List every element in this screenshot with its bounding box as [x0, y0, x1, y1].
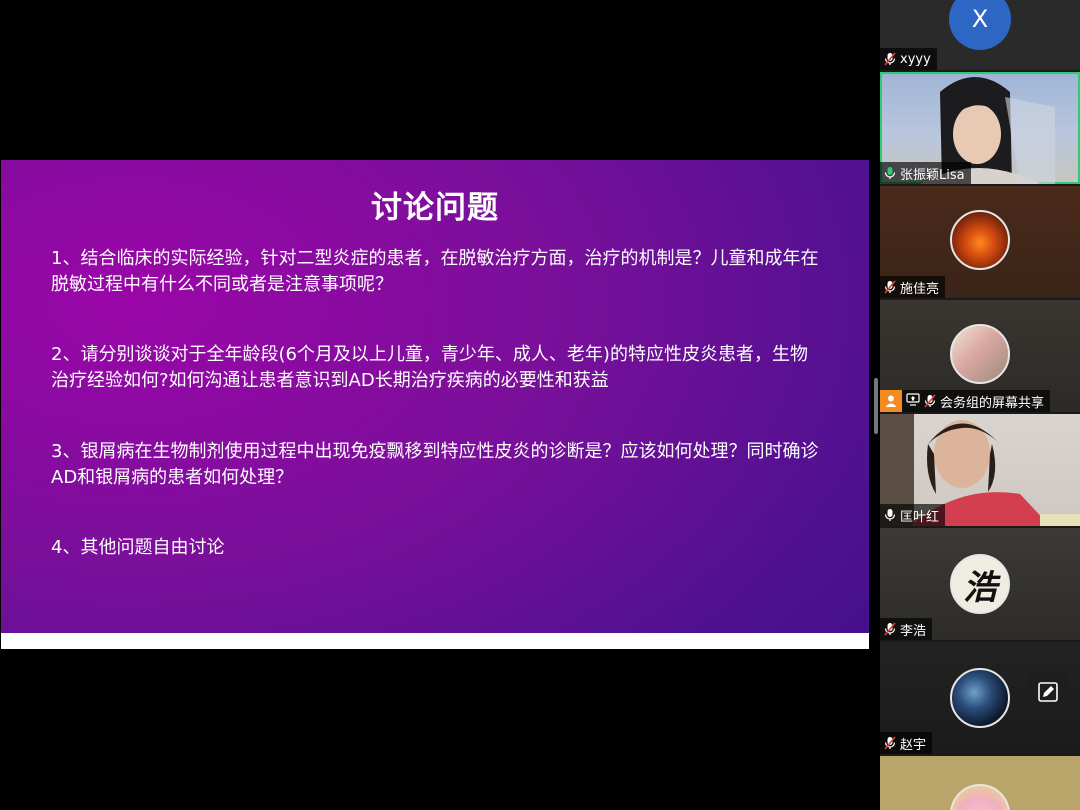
- mic-muted-icon: [924, 394, 936, 408]
- participant-tile-active-speaker[interactable]: 张振颖Lisa: [880, 72, 1080, 184]
- slide-title: 讨论问题: [371, 190, 499, 226]
- mic-muted-icon: [884, 52, 896, 66]
- avatar: [950, 324, 1010, 384]
- shared-screen-area: 讨论问题 1、结合临床的实际经验，针对二型炎症的患者，在脱敏治疗方面，治疗的机制…: [0, 0, 872, 810]
- name-tag: 施佳亮: [880, 276, 946, 298]
- panel-resize-handle[interactable]: [874, 378, 878, 434]
- participant-tile-screen-share[interactable]: 会务组的屏幕共享: [880, 300, 1080, 412]
- mic-icon: [884, 508, 896, 522]
- name-tag: 赵宇: [880, 732, 933, 754]
- question-1: 1、结合临床的实际经验，针对二型炎症的患者，在脱敏治疗方面，治疗的机制是？儿童和…: [51, 248, 819, 295]
- participant-tile-shijialiang[interactable]: 施佳亮: [880, 186, 1080, 298]
- screen-share-icon: [906, 392, 920, 410]
- avatar: 浩: [950, 554, 1010, 614]
- participant-tile-xyyy[interactable]: X xyyy: [880, 0, 1080, 70]
- name-tag: xyyy: [880, 48, 937, 70]
- participant-name: 匡叶红: [900, 509, 940, 525]
- name-tag: 匡叶红: [880, 504, 946, 526]
- name-tag: 李浩: [880, 618, 933, 640]
- participant-name: 李浩: [900, 623, 927, 639]
- participant-tile-partial[interactable]: [880, 756, 1080, 810]
- question-4: 4、其他问题自由讨论: [51, 537, 225, 558]
- mic-icon: [884, 166, 896, 180]
- name-tag: 会务组的屏幕共享: [902, 390, 1051, 412]
- mic-muted-icon: [884, 622, 896, 636]
- avatar: X: [949, 0, 1011, 50]
- mic-muted-icon: [884, 736, 896, 750]
- mic-muted-icon: [884, 280, 896, 294]
- participant-name: 施佳亮: [900, 281, 940, 297]
- question-3: 3、银屑病在生物制剂使用过程中出现免疫飘移到特应性皮炎的诊断是？应该如何处理？同…: [51, 441, 819, 488]
- participant-name: xyyy: [900, 51, 931, 67]
- name-tag: 张振颖Lisa: [880, 162, 971, 184]
- avatar: [950, 668, 1010, 728]
- avatar: [950, 784, 1010, 810]
- edit-icon[interactable]: [1028, 672, 1068, 712]
- question-2: 2、请分别谈谈对于全年龄段(6个月及以上儿童，青少年、成人、老年)的特应性皮炎患…: [51, 344, 808, 391]
- participant-tile-lihao[interactable]: 浩 李浩: [880, 528, 1080, 640]
- person-icon: [880, 390, 902, 412]
- participant-name: 会务组的屏幕共享: [940, 395, 1045, 411]
- presentation-slide: 讨论问题 1、结合临床的实际经验，针对二型炎症的患者，在脱敏治疗方面，治疗的机制…: [1, 160, 869, 633]
- participant-tile-kuangyehong[interactable]: 匡叶红: [880, 414, 1080, 526]
- avatar: [950, 210, 1010, 270]
- slide-bottom-band: [1, 633, 869, 649]
- participant-name: 赵宇: [900, 737, 927, 753]
- participant-name: 张振颖Lisa: [900, 167, 965, 183]
